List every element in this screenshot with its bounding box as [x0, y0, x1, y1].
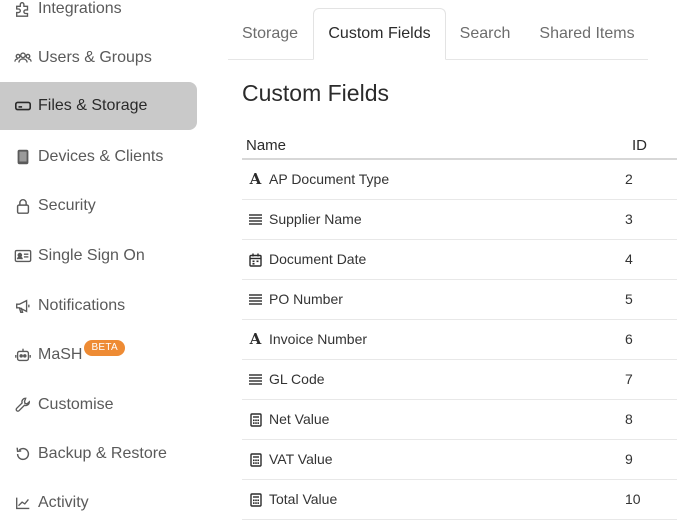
sidebar-item-files-storage[interactable]: Files & Storage [0, 82, 197, 130]
table-row[interactable]: VAT Value 9 [242, 440, 677, 480]
field-name: PO Number [269, 291, 343, 307]
field-id: 9 [625, 451, 633, 467]
hard-drive-icon [13, 96, 33, 116]
tab-label: Search [459, 24, 511, 42]
page-title: Custom Fields [242, 80, 389, 106]
sidebar-item-label: MaSH [38, 346, 83, 363]
sidebar-item-label: Users & Groups [38, 49, 152, 66]
tab-bar: Storage Custom Fields Search Shared Item… [228, 8, 648, 60]
tab-custom-fields[interactable]: Custom Fields [313, 8, 446, 60]
sidebar-item-backup-restore[interactable]: Backup & Restore [0, 430, 197, 478]
users-icon [13, 48, 33, 68]
field-name: Invoice Number [269, 331, 368, 347]
sidebar-item-label: Notifications [38, 297, 126, 314]
tab-label: Storage [241, 24, 299, 42]
tab-shared-items[interactable]: Shared Items [528, 8, 646, 59]
beta-badge: BETA [84, 340, 126, 356]
field-id: 4 [625, 251, 633, 267]
sidebar-item-activity[interactable]: Activity [0, 479, 197, 527]
field-id: 8 [625, 411, 633, 427]
sidebar-item-single-sign-on[interactable]: Single Sign On [0, 232, 197, 280]
column-header-id[interactable]: ID [632, 137, 647, 154]
tab-storage[interactable]: Storage [228, 8, 312, 59]
lines-icon [248, 372, 263, 387]
megaphone-icon [13, 296, 33, 316]
text-type-icon: A [249, 170, 262, 188]
calculator-icon [248, 412, 263, 427]
table-row[interactable]: A Invoice Number 6 [242, 320, 677, 360]
sidebar-item-security[interactable]: Security [0, 182, 197, 230]
sidebar-item-label: Backup & Restore [38, 445, 167, 462]
activity-icon [13, 493, 33, 513]
sidebar-item-label: Integrations [38, 0, 122, 17]
lines-icon [248, 212, 263, 227]
tab-label: Shared Items [539, 24, 635, 42]
tablet-icon [13, 147, 33, 167]
sidebar-item-notifications[interactable]: Notifications [0, 282, 197, 330]
field-id: 10 [625, 491, 641, 507]
column-header-name[interactable]: Name [246, 137, 286, 154]
field-id: 2 [625, 171, 633, 187]
robot-icon [13, 345, 33, 365]
text-type-icon: A [249, 330, 262, 348]
lock-icon [13, 196, 33, 216]
field-name: Supplier Name [269, 211, 362, 227]
table-row[interactable]: A AP Document Type 2 [242, 160, 677, 200]
sidebar-item-devices-clients[interactable]: Devices & Clients [0, 133, 197, 181]
calendar-icon [248, 252, 263, 267]
field-name: Document Date [269, 251, 367, 267]
puzzle-icon [13, 0, 33, 19]
field-id: 3 [625, 211, 633, 227]
tab-label: Custom Fields [328, 25, 431, 42]
field-id: 6 [625, 331, 633, 347]
table-row[interactable]: PO Number 5 [242, 280, 677, 320]
tab-search[interactable]: Search [448, 8, 522, 59]
table-row[interactable]: Total Value 10 [242, 480, 677, 520]
sidebar-item-label: Activity [38, 494, 89, 511]
sidebar-item-mash[interactable]: MaSH BETA [0, 331, 197, 379]
field-name: AP Document Type [269, 171, 390, 187]
field-id: 7 [625, 371, 633, 387]
field-name: VAT Value [269, 451, 333, 467]
sidebar-item-label: Security [38, 197, 96, 214]
field-name: Net Value [269, 411, 330, 427]
lines-icon [248, 292, 263, 307]
custom-fields-table: Name ID A AP Document Type 2 Supplier Na… [242, 132, 677, 520]
calculator-icon [248, 492, 263, 507]
restore-icon [13, 444, 33, 464]
sidebar-item-label: Devices & Clients [38, 148, 164, 165]
id-card-icon [13, 246, 33, 266]
table-row[interactable]: Net Value 8 [242, 400, 677, 440]
calculator-icon [248, 452, 263, 467]
table-row[interactable]: Supplier Name 3 [242, 200, 677, 240]
field-id: 5 [625, 291, 633, 307]
table-header: Name ID [242, 132, 677, 160]
field-name: GL Code [269, 371, 325, 387]
wrench-icon [13, 395, 33, 415]
sidebar-item-customise[interactable]: Customise [0, 381, 197, 429]
sidebar-item-users-groups[interactable]: Users & Groups [0, 34, 197, 82]
table-row[interactable]: Document Date 4 [242, 240, 677, 280]
table-row[interactable]: GL Code 7 [242, 360, 677, 400]
sidebar-item-label: Single Sign On [38, 247, 145, 264]
sidebar-item-integrations[interactable]: Integrations [0, 0, 197, 33]
sidebar-item-label: Customise [38, 396, 114, 413]
field-name: Total Value [269, 491, 338, 507]
sidebar: Integrations Users & Groups Files & Stor… [0, 0, 210, 511]
sidebar-item-label: Files & Storage [38, 97, 148, 114]
